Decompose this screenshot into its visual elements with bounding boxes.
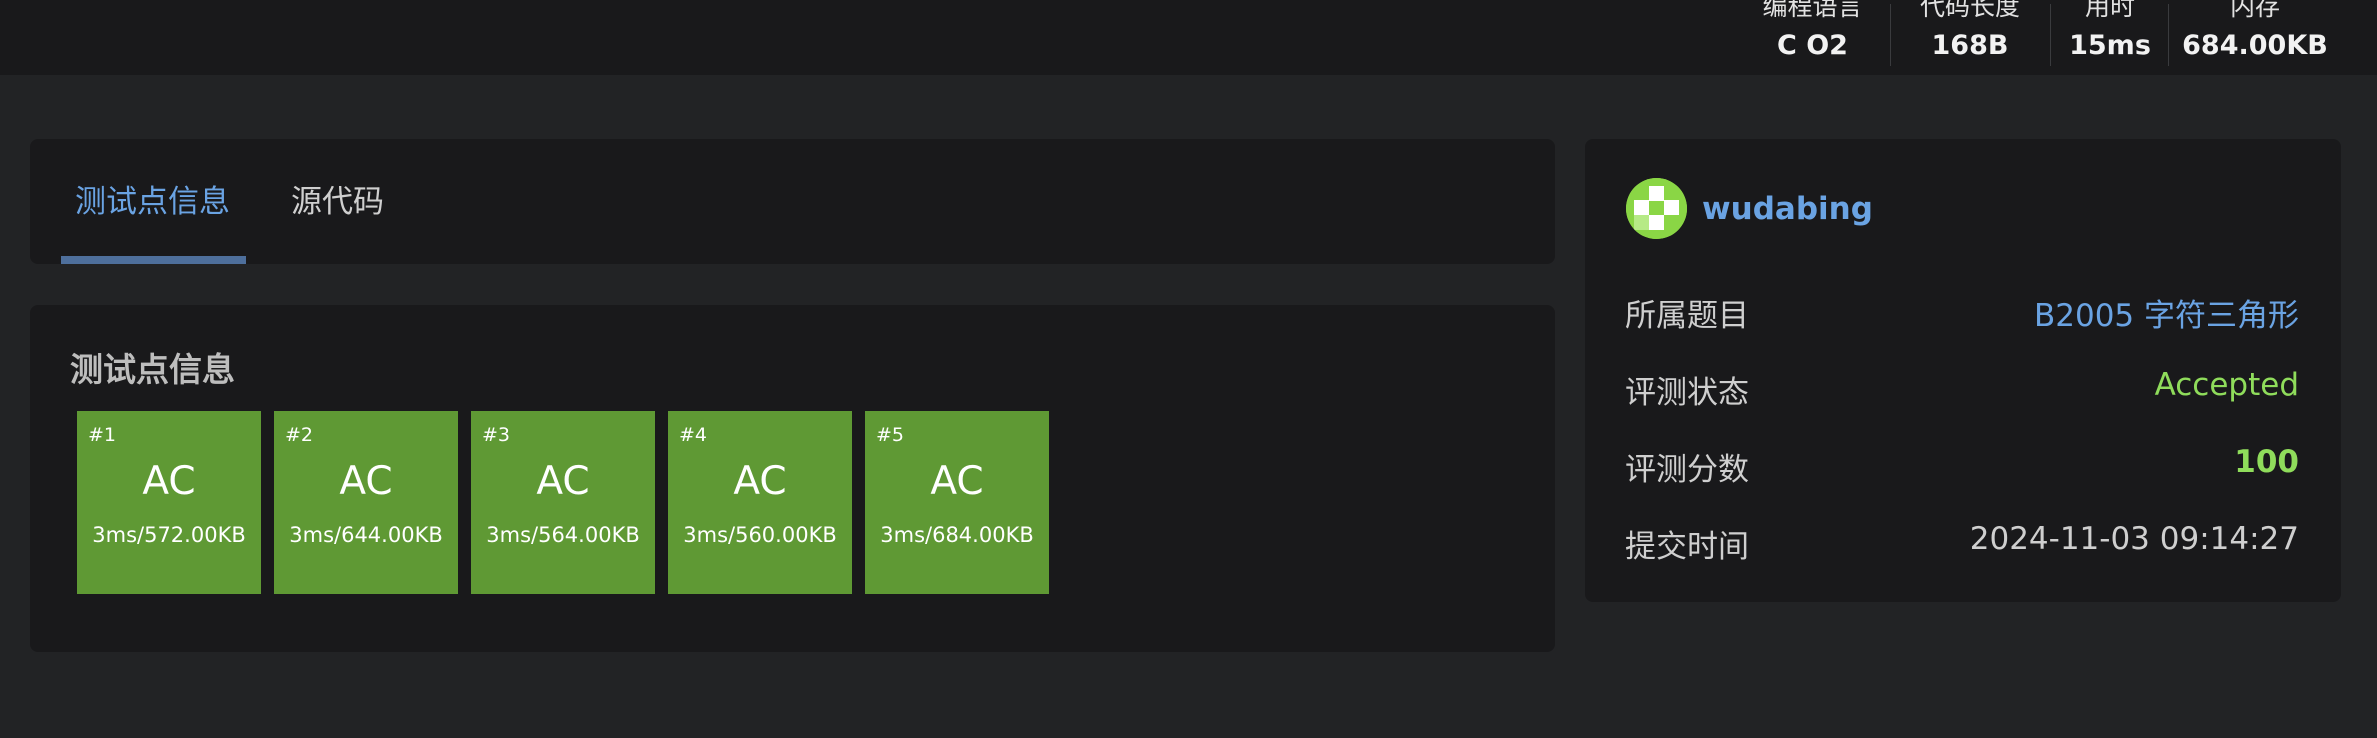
stat-code-length-value: 168B [1931,30,2009,61]
tab-testcase-info[interactable]: 测试点信息 [75,139,230,266]
stat-language-value: C O2 [1777,30,1848,61]
testcase-time-memory: 3ms/572.00KB [92,523,246,547]
judge-status-label: 评测状态 [1625,375,1749,411]
testcase-tile[interactable]: #2 AC 3ms/644.00KB [274,411,458,594]
tabs-card: 测试点信息 源代码 [30,139,1555,264]
testcase-number: #5 [876,424,905,446]
score-label: 评测分数 [1625,452,1749,488]
testcase-number: #1 [88,424,117,446]
problem-label: 所属题目 [1625,298,1749,334]
testcase-time-memory: 3ms/644.00KB [289,523,443,547]
active-tab-indicator [61,256,246,264]
stat-language-label: 编程语言 [1762,0,1863,21]
testcase-status: AC [930,459,984,504]
testcase-tile[interactable]: #1 AC 3ms/572.00KB [77,411,261,594]
testcase-number: #3 [482,424,511,446]
stat-code-length-label: 代码长度 [1919,0,2020,21]
user-avatar-icon[interactable] [1626,178,1687,239]
stat-time-label: 用时 [2084,0,2135,21]
stat-language: 编程语言 C O2 [1740,0,1885,70]
testcase-section-title: 测试点信息 [70,350,235,389]
testcase-number: #2 [285,424,314,446]
testcase-time-memory: 3ms/560.00KB [683,523,837,547]
stat-code-length: 代码长度 168B [1895,0,2045,70]
stat-time: 用时 15ms [2055,0,2165,70]
stat-divider [1890,4,1891,66]
testcase-time-memory: 3ms/684.00KB [880,523,1034,547]
problem-link[interactable]: B2005 字符三角形 [2034,290,2299,335]
judge-status-value: Accepted [2154,367,2299,403]
testcase-number: #4 [679,424,708,446]
testcase-time-memory: 3ms/564.00KB [486,523,640,547]
score-value: 100 [2234,444,2299,480]
stat-memory-label: 内存 [2229,0,2280,21]
testcase-tile[interactable]: #4 AC 3ms/560.00KB [668,411,852,594]
testcase-tile[interactable]: #3 AC 3ms/564.00KB [471,411,655,594]
tab-source-code[interactable]: 源代码 [291,139,384,266]
testcase-status: AC [142,459,196,504]
testcase-status: AC [536,459,590,504]
stat-divider [2168,4,2169,66]
stat-divider [2050,4,2051,66]
username-link[interactable]: wudabing [1702,191,1873,227]
submit-time-value: 2024-11-03 09:14:27 [1969,521,2299,557]
stat-memory: 内存 684.00KB [2173,0,2337,70]
testcase-tile[interactable]: #5 AC 3ms/684.00KB [865,411,1049,594]
testcase-status: AC [339,459,393,504]
submit-time-label: 提交时间 [1625,529,1749,565]
top-stats-bar: 编程语言 C O2 代码长度 168B 用时 15ms 内存 684.00KB [0,0,2377,75]
stat-memory-value: 684.00KB [2182,30,2328,61]
testcase-status: AC [733,459,787,504]
stat-time-value: 15ms [2069,30,2151,61]
